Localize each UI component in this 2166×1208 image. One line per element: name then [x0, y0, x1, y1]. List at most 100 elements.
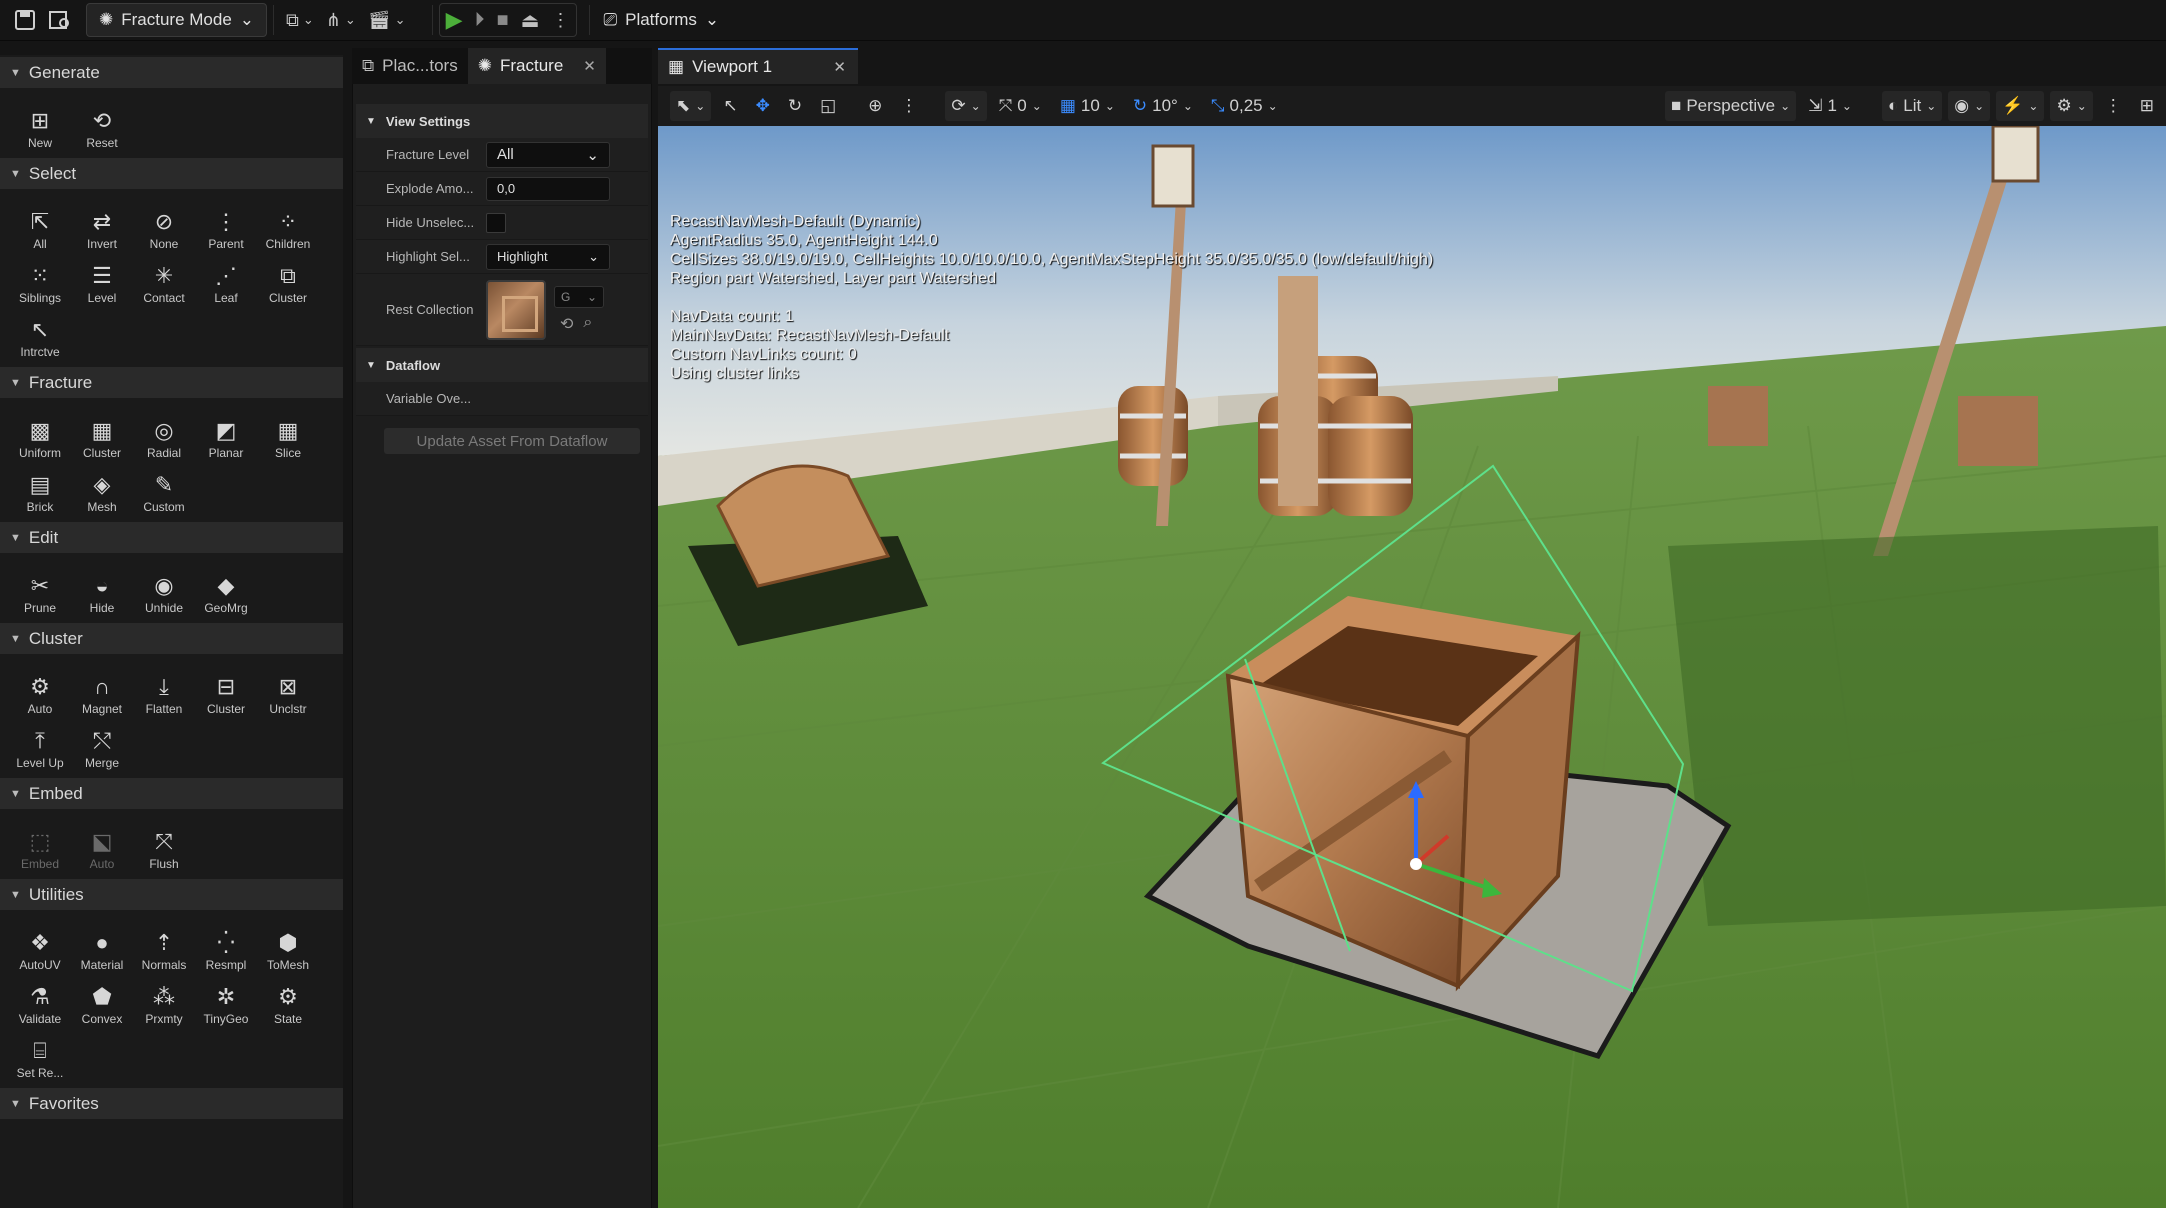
tool-button[interactable]: ☰ Level [71, 253, 133, 305]
rest-collection-picker[interactable]: G ⌄ [554, 285, 604, 308]
tool-button[interactable]: ⬚ Embed [9, 819, 71, 871]
tool-button[interactable]: ▩ Uniform [9, 408, 71, 460]
section-header-favorites[interactable]: ▼ Favorites [0, 1088, 343, 1119]
tool-button[interactable]: ⁛ Resmpl [195, 920, 257, 972]
save-icon[interactable] [8, 3, 42, 37]
tool-button[interactable]: ✳ Contact [133, 253, 195, 305]
tool-button[interactable]: ◆ GeoMrg [195, 563, 257, 615]
tool-button[interactable]: ⬢ ToMesh [257, 920, 319, 972]
select-tool-icon[interactable]: ↖ [717, 91, 743, 121]
tool-button[interactable]: ◎ Radial [133, 408, 195, 460]
mode-selector[interactable]: ✺ Fracture Mode ⌄ [86, 3, 268, 37]
scale-tool-icon[interactable]: ◱ [814, 91, 842, 121]
tool-button[interactable]: ▤ Brick [9, 462, 71, 514]
hide-unselected-checkbox[interactable] [486, 212, 506, 233]
tool-button[interactable]: ⧉ Cluster [257, 253, 319, 305]
section-header-generate[interactable]: ▼ Generate [0, 57, 343, 88]
tool-button[interactable]: ⁙ Siblings [9, 253, 71, 305]
tool-button[interactable]: ◩ Planar [195, 408, 257, 460]
tool-button[interactable]: ● Material [71, 920, 133, 972]
tool-button[interactable]: ▦ Slice [257, 408, 319, 460]
fracture-level-dropdown[interactable]: All ⌄ [486, 141, 610, 168]
tool-button[interactable]: ⤓ Flatten [133, 664, 195, 716]
tool-button[interactable]: ⤒ Level Up [9, 718, 71, 770]
more-options-icon[interactable]: ⋮ [894, 91, 923, 121]
tool-button[interactable]: ⇡ Normals [133, 920, 195, 972]
content-browser-icon[interactable] [42, 3, 78, 37]
select-mode-button[interactable]: ⬉ ⌄ [670, 91, 712, 121]
tool-button[interactable]: ⚙ State [257, 974, 319, 1026]
update-asset-button[interactable]: Update Asset From Dataflow [384, 428, 640, 454]
tool-button[interactable]: ◈ Mesh [71, 462, 133, 514]
tool-button[interactable]: ⋮ Parent [195, 199, 257, 251]
more-options-icon[interactable]: ⋮ [2099, 91, 2128, 121]
add-actor-button[interactable]: ⧉ ⌄ [280, 3, 320, 37]
tool-button[interactable]: ◉ Unhide [133, 563, 195, 615]
tool-button[interactable]: ⊞ New [9, 98, 71, 150]
section-header-select[interactable]: ▼ Select [0, 158, 343, 189]
more-options-icon[interactable]: ⋮ [552, 10, 570, 31]
scale-snap-button[interactable]: ⤡ 0,25 ⌄ [1205, 91, 1284, 121]
section-header-fracture[interactable]: ▼ Fracture [0, 367, 343, 398]
tool-button[interactable]: ▦ Cluster [71, 408, 133, 460]
realtime-button[interactable]: ⚡ ⌄ [1996, 91, 2045, 121]
viewport-tab[interactable]: ▦ Viewport 1 ✕ [658, 48, 858, 84]
browse-icon[interactable]: ⌕ [583, 314, 592, 334]
dataflow-header[interactable]: ▼ Dataflow [356, 348, 648, 382]
angle-snap-button[interactable]: ↻ 10° ⌄ [1127, 91, 1199, 121]
blueprint-button[interactable]: ⋔ ⌄ [320, 3, 362, 37]
cinematics-button[interactable]: 🎬︎ ⌄ [362, 3, 412, 37]
surface-snap-button[interactable]: ⟳ ⌄ [945, 91, 987, 121]
tool-button[interactable]: ⇄ Invert [71, 199, 133, 251]
tool-button[interactable]: ⋰ Leaf [195, 253, 257, 305]
section-header-cluster[interactable]: ▼ Cluster [0, 623, 343, 654]
use-selected-icon[interactable]: ⟲ [560, 314, 573, 334]
tool-button[interactable]: ⟲ Reset [71, 98, 133, 150]
tab-fracture[interactable]: ✺ Fracture ✕ [467, 48, 606, 84]
tool-button[interactable]: ⤲ Merge [71, 718, 133, 770]
tool-button[interactable]: ✂ Prune [9, 563, 71, 615]
explode-amount-field[interactable]: 0,0 [486, 176, 610, 201]
tool-button[interactable]: ⌸ Set Re... [9, 1028, 71, 1080]
view-settings-header[interactable]: ▼ View Settings [356, 104, 648, 138]
step-icon[interactable]: ⏵︎ [475, 9, 485, 32]
eject-icon[interactable]: ⏏ [521, 8, 540, 33]
layout-icon[interactable]: ⊞ [2134, 91, 2160, 121]
section-header-embed[interactable]: ▼ Embed [0, 778, 343, 809]
tool-button[interactable]: ⬟ Convex [71, 974, 133, 1026]
tool-button[interactable]: ⁘ Children [257, 199, 319, 251]
tool-button[interactable]: ✎ Custom [133, 462, 195, 514]
tool-button[interactable]: ⁂ Prxmty [133, 974, 195, 1026]
tool-button[interactable]: ◒ Hide [71, 563, 133, 615]
grid-snap-button[interactable]: ▦ 10 ⌄ [1054, 91, 1121, 121]
tool-button[interactable]: ⇱ All [9, 199, 71, 251]
section-header-edit[interactable]: ▼ Edit [0, 522, 343, 553]
tool-button[interactable]: ⚗ Validate [9, 974, 71, 1026]
view-mode-button[interactable]: ◐ Lit ⌄ [1881, 91, 1943, 121]
tab-place-actors[interactable]: ⧉ Plac...tors [352, 48, 468, 84]
settings-button[interactable]: ⚙ ⌄ [2050, 91, 2093, 121]
close-icon[interactable]: ✕ [583, 57, 596, 75]
camera-speed-button[interactable]: ⇲ 1 ⌄ [1802, 91, 1858, 121]
play-icon[interactable]: ▶ [446, 7, 463, 33]
world-local-icon[interactable]: ⊕ [862, 91, 888, 121]
show-flags-button[interactable]: ◉ ⌄ [1948, 91, 1991, 121]
rotate-tool-icon[interactable]: ↻ [782, 91, 808, 121]
tool-button[interactable]: ✲ TinyGeo [195, 974, 257, 1026]
tool-button[interactable]: ⊘ None [133, 199, 195, 251]
highlight-dropdown[interactable]: Highlight ⌄ [486, 243, 610, 270]
tool-button[interactable]: ⬕ Auto [71, 819, 133, 871]
close-icon[interactable]: ✕ [833, 58, 846, 76]
tool-button[interactable]: ⤧ Flush [133, 819, 195, 871]
tool-button[interactable]: ⚙ Auto [9, 664, 71, 716]
translate-tool-icon[interactable]: ✥ [750, 91, 776, 121]
tool-button[interactable]: ⊠ Unclstr [257, 664, 319, 716]
platforms-button[interactable]: ⎚ Platforms ⌄ [596, 10, 728, 30]
section-header-utilities[interactable]: ▼ Utilities [0, 879, 343, 910]
tool-button[interactable]: ↖ Intrctve [9, 307, 71, 359]
stop-icon[interactable]: ■ [497, 9, 509, 32]
tool-button[interactable]: ∩ Magnet [71, 664, 133, 716]
tool-button[interactable]: ❖ AutoUV [9, 920, 71, 972]
rotate-snap-button[interactable]: ⤧ 0 ⌄ [993, 91, 1048, 121]
perspective-button[interactable]: ■ Perspective ⌄ [1665, 91, 1797, 121]
